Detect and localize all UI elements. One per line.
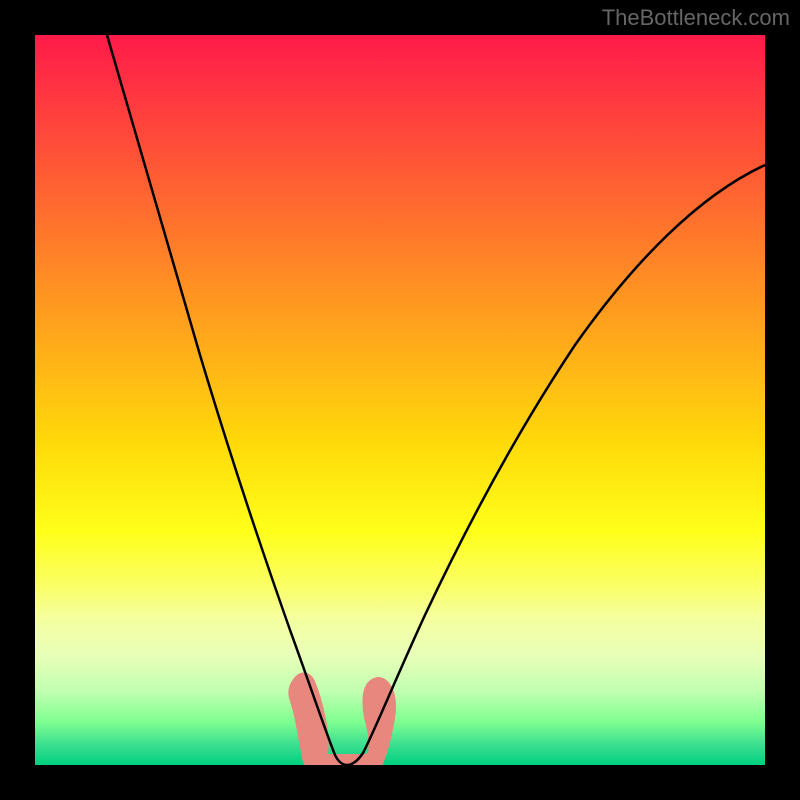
watermark-text: TheBottleneck.com [602, 5, 790, 31]
highlight-blob [295, 679, 389, 765]
plot-area [35, 35, 765, 765]
curve-svg [35, 35, 765, 765]
bottleneck-curve [107, 35, 765, 765]
chart-frame: TheBottleneck.com [0, 0, 800, 800]
